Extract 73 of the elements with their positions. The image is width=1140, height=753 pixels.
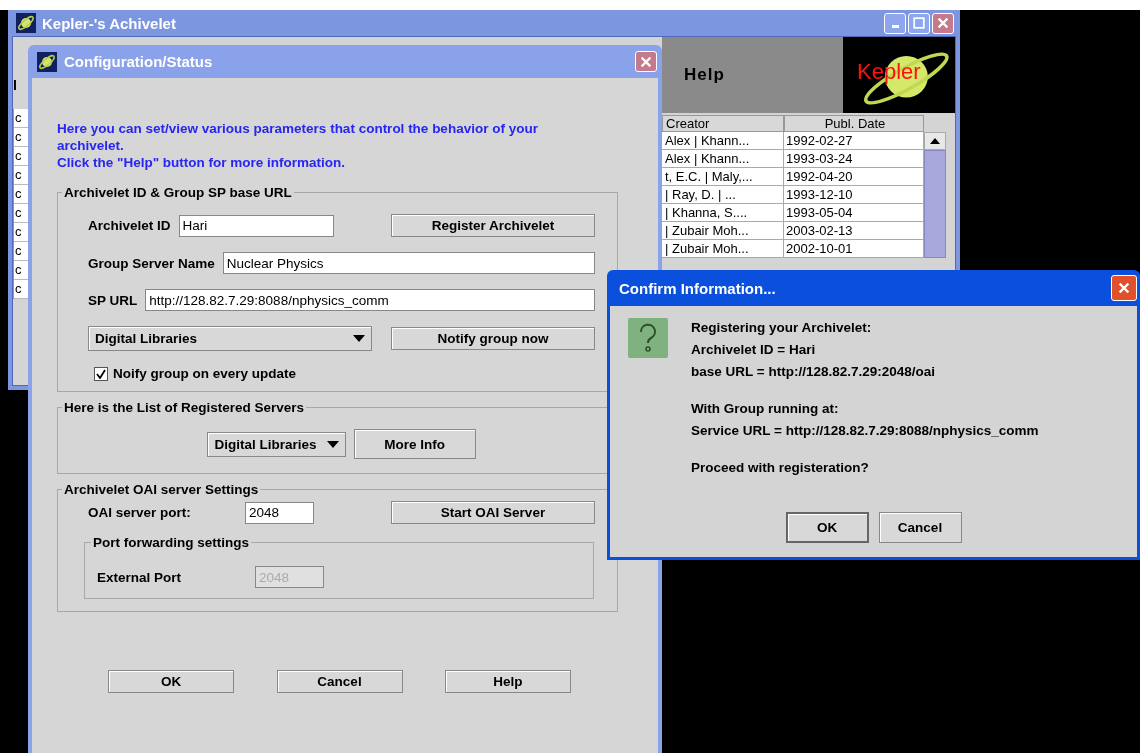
intro-text: Click the "Help" button for more information. — [57, 154, 347, 171]
minimize-icon — [891, 25, 899, 28]
field-label: External Port — [97, 569, 183, 585]
start-server-button[interactable]: Start OAI Server — [391, 501, 595, 524]
intro-text: Here you can set/view various parameters that control the behavior of your archivelet. — [57, 120, 539, 154]
table-cell: 2003-02-13 — [784, 222, 924, 240]
more-info-button[interactable]: More Info — [353, 429, 476, 459]
table-cell: 1993-03-24 — [784, 150, 924, 168]
close-icon — [936, 16, 950, 30]
column-header[interactable]: Creator — [662, 115, 784, 132]
scroll-up-button[interactable] — [924, 132, 946, 150]
register-button[interactable]: Register Archivelet — [391, 214, 595, 237]
message-text: Proceed with registeration? — [691, 460, 870, 475]
dialog-title: Confirm Information... — [619, 279, 776, 297]
table-cell: | Ray, D. | ... — [662, 186, 784, 204]
table-cell: 1992-04-20 — [784, 168, 924, 186]
table-cell: Alex | Khann... — [662, 132, 784, 150]
table-cell: | Khanna, S.... — [662, 204, 784, 222]
planet-icon — [37, 51, 57, 72]
table-cell: 1993-05-04 — [784, 204, 924, 222]
checkbox[interactable]: Noify group on every update — [94, 366, 595, 381]
input-field[interactable]: Nuclear Physics — [222, 252, 595, 274]
field-label: SP URL — [88, 292, 138, 308]
group-title: Archivelet ID & Group SP base URL — [63, 185, 293, 200]
minimize-button[interactable] — [884, 12, 906, 34]
message-text: Archivelet ID = Hari — [691, 342, 817, 357]
group-title: Port forwarding settings — [92, 535, 250, 550]
up-arrow-icon — [930, 138, 940, 144]
table-cell: 1992-02-27 — [784, 132, 924, 150]
dropdown[interactable]: Digital Libraries — [88, 326, 372, 351]
message-text: Registering your Archivelet: — [691, 320, 873, 335]
dialog-button[interactable]: OK — [785, 512, 869, 543]
caret-icon — [353, 335, 365, 342]
maximize-button[interactable] — [908, 12, 930, 34]
close-button[interactable] — [932, 12, 954, 34]
input-field[interactable]: Hari — [178, 214, 334, 237]
label-fragment: I — [13, 77, 18, 95]
notify-button[interactable]: Notify group now — [391, 327, 595, 350]
table-cell: Alex | Khann... — [662, 150, 784, 168]
caret-icon — [326, 440, 339, 448]
table-cell: | Zubair Moh... — [662, 222, 784, 240]
table-cell: 1993-12-10 — [784, 186, 924, 204]
input-field[interactable]: http://128.82.7.29:8088/nphysics_comm — [145, 289, 595, 311]
message-text: With Group running at: — [691, 401, 840, 416]
checkbox-box[interactable] — [94, 366, 108, 381]
maximize-icon — [912, 16, 926, 30]
close-button[interactable] — [1111, 275, 1137, 301]
dialog-button[interactable]: Cancel — [276, 670, 403, 693]
dialog-button[interactable]: OK — [108, 670, 234, 693]
field-label: Group Server Name — [88, 255, 215, 271]
message-text: base URL = http://128.82.7.29:2048/oai — [691, 364, 936, 379]
table-cell: t, E.C. | Maly,... — [662, 168, 784, 186]
close-button[interactable] — [635, 51, 657, 72]
table-cell: | Zubair Moh... — [662, 240, 784, 258]
checkmark-icon — [96, 368, 106, 379]
group-title: Archivelet OAI server Settings — [63, 482, 260, 497]
table-cell: 2002-10-01 — [784, 240, 924, 258]
column-header[interactable]: Publ. Date — [784, 115, 924, 132]
close-icon — [1117, 281, 1131, 295]
planet-icon — [16, 13, 36, 33]
help-label: Help — [683, 65, 726, 85]
group-title: Here is the List of Registered Servers — [63, 400, 306, 415]
input-field[interactable]: 2048 — [245, 501, 314, 524]
close-icon — [639, 54, 653, 69]
dropdown[interactable]: Digital Libraries — [207, 431, 346, 457]
field-label: Archivelet ID — [88, 218, 171, 233]
dialog-title: Configuration/Status — [64, 53, 213, 70]
window-title: Kepler-'s Achivelet — [42, 14, 176, 32]
dialog-button[interactable]: Help — [445, 670, 571, 693]
question-icon — [628, 318, 668, 358]
dialog-button[interactable]: Cancel — [878, 512, 962, 543]
message-text: Service URL = http://128.82.7.29:8088/nphysics_comm — [691, 423, 1039, 438]
field-label: OAI server port: — [88, 505, 192, 520]
